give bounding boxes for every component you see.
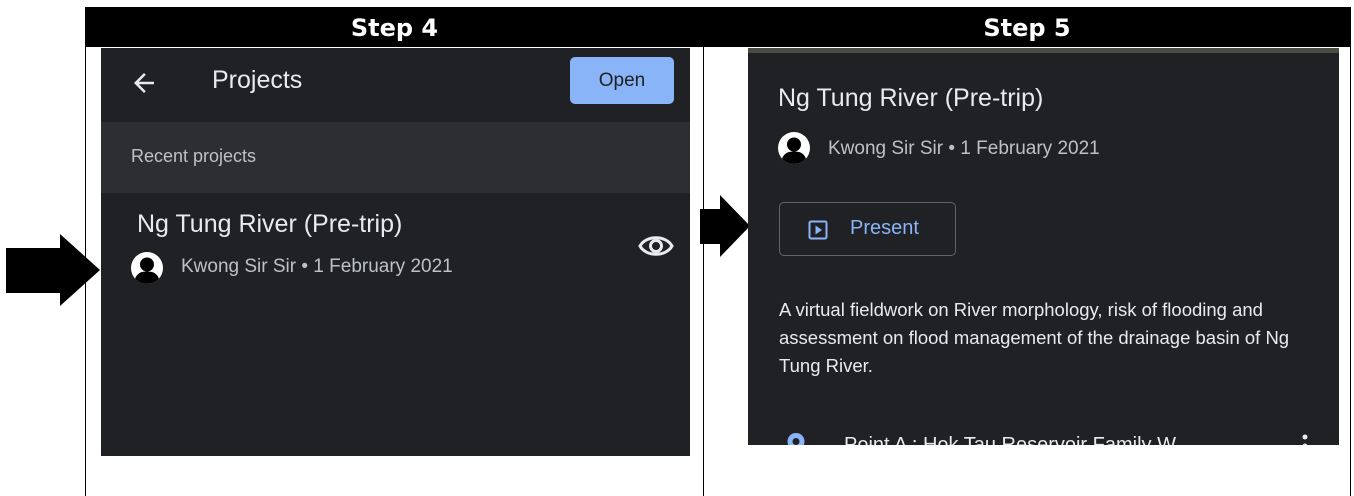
project-description: A virtual fieldwork on River morphology,…: [779, 299, 1290, 376]
page-title: Projects: [212, 66, 303, 94]
eye-icon[interactable]: [638, 232, 674, 260]
step4-screen: Projects Open Recent projects Ng Tung Ri…: [101, 48, 690, 456]
step5-screen: Ng Tung River (Pre-trip) Kwong Sir Sir •…: [748, 48, 1339, 445]
more-vert-icon[interactable]: [1302, 434, 1308, 445]
section-label: Recent projects: [131, 146, 257, 166]
column-divider: [703, 7, 704, 496]
play-box-icon: [808, 220, 828, 240]
project-meta: Kwong Sir Sir • 1 February 2021: [181, 256, 453, 277]
step-4-heading: Step 4: [350, 14, 439, 42]
app-top-bar: Projects Open: [101, 48, 690, 122]
person-icon: [131, 252, 163, 284]
project-meta: Kwong Sir Sir • 1 February 2021: [828, 138, 1100, 159]
open-button[interactable]: Open: [570, 57, 674, 104]
present-button[interactable]: Present: [779, 202, 956, 256]
place-pin-icon: [787, 433, 805, 445]
header-bar: Step 4 Step 5: [86, 7, 1350, 47]
map-preview-edge: [748, 48, 1339, 53]
project-title: Ng Tung River (Pre-trip): [137, 210, 403, 238]
person-icon: [778, 132, 810, 164]
arrow-left-icon[interactable]: [129, 68, 159, 98]
list-item-label: Point A : Hok Tau Reservoir Family W...: [844, 434, 1192, 445]
list-item[interactable]: Point A : Hok Tau Reservoir Family W...: [748, 428, 1339, 445]
present-label: Present: [850, 217, 919, 239]
step-5-heading: Step 5: [983, 14, 1071, 42]
project-title: Ng Tung River (Pre-trip): [778, 84, 1044, 112]
recent-projects-header: Recent projects: [101, 122, 690, 193]
